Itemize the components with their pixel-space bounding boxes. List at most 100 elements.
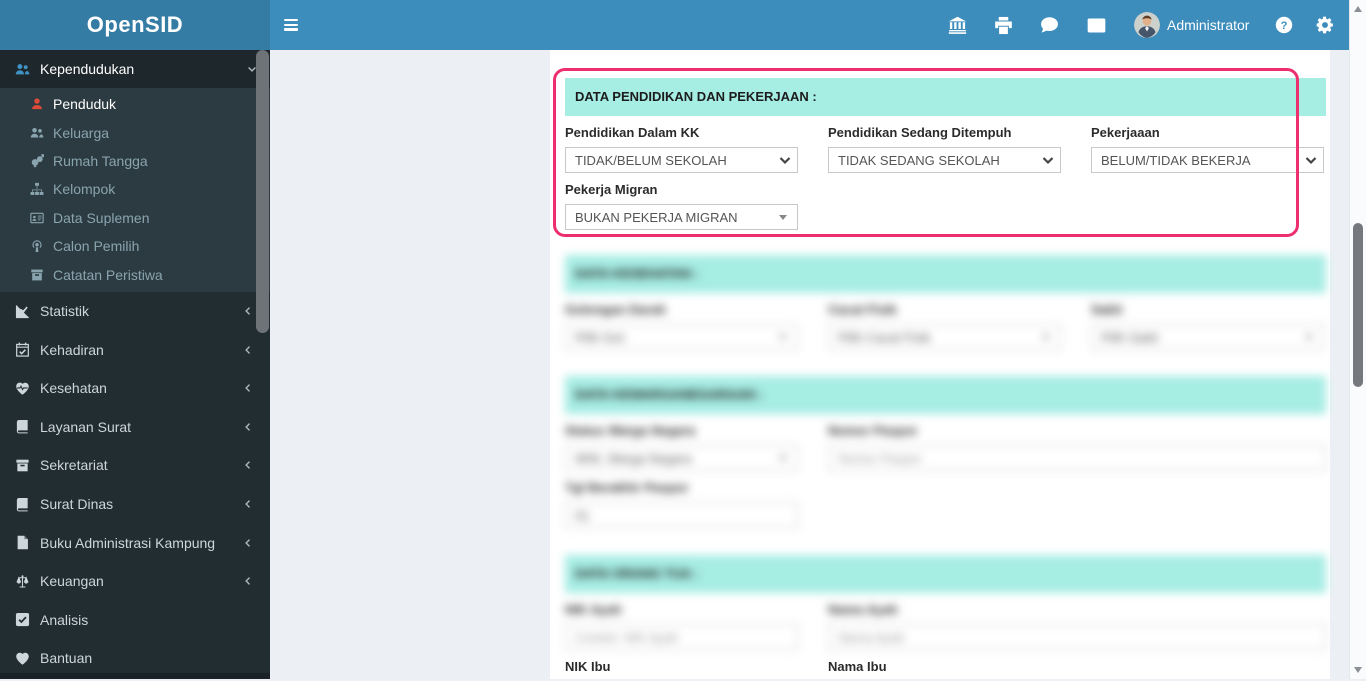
sakit-select[interactable]: Pilih Sakit	[1091, 324, 1324, 350]
field-label: NIK Ayah	[565, 602, 622, 617]
field-label: NIK Ibu	[565, 659, 611, 674]
sidebar-item-buku-administrasi-kampung[interactable]: Buku Administrasi Kampung	[0, 523, 270, 562]
sidebar-item-data-suplemen[interactable]: Data Suplemen	[0, 204, 270, 232]
sidebar-item-surat-dinas[interactable]: Surat Dinas	[0, 485, 270, 524]
chevron-left-icon	[242, 344, 254, 356]
top-navbar: OpenSID Administrator ?	[0, 0, 1349, 50]
field-golongan-darah: Golongan Darah Pilih Gol.	[565, 293, 798, 350]
sidebar-item-kelompok[interactable]: Kelompok	[0, 175, 270, 203]
field-pendidikan-sedang: Pendidikan Sedang Ditempuh TIDAK SEDANG …	[828, 116, 1061, 173]
heartbeat-icon	[15, 381, 30, 396]
section-data-pendidikan: DATA PENDIDIKAN DAN PEKERJAAN : Pendidik…	[565, 78, 1326, 230]
nik-ayah-input[interactable]	[565, 624, 798, 650]
select-value: WNI, Warga Negara	[575, 450, 692, 466]
section-header: DATA PENDIDIKAN DAN PEKERJAAN :	[565, 78, 1326, 116]
pendidikan-sedang-select[interactable]: TIDAK SEDANG SEKOLAH	[828, 147, 1061, 173]
sidebar-item-analisis[interactable]: Analisis	[0, 600, 270, 639]
chevron-down-icon	[1303, 152, 1319, 168]
field-label: Nama Ibu	[828, 659, 887, 674]
book-icon	[15, 497, 30, 512]
field-sakit: Sakit Pilih Sakit	[1091, 293, 1324, 350]
page-scrollbar[interactable]	[1349, 0, 1366, 679]
venus-mars-icon	[30, 154, 44, 168]
app-logo[interactable]: OpenSID	[0, 0, 270, 50]
triangle-down-icon	[779, 214, 787, 220]
sidebar-scrollbar-thumb[interactable]	[256, 50, 269, 333]
sidebar-item-kesehatan[interactable]: Kesehatan	[0, 369, 270, 408]
sidebar-item-layanan-surat[interactable]: Layanan Surat	[0, 408, 270, 447]
chat-icon[interactable]	[1040, 16, 1059, 35]
sidebar-item-label: Data Suplemen	[53, 209, 150, 226]
scroll-up-arrow-icon[interactable]	[1354, 6, 1362, 12]
section-header: DATA KEWARGANEGARAAN :	[565, 376, 1326, 414]
nama-ayah-input[interactable]	[828, 624, 1326, 650]
scroll-down-arrow-icon[interactable]	[1354, 667, 1362, 673]
field-label: Cacat Fisik	[828, 302, 897, 317]
chevron-down-icon	[777, 152, 793, 168]
book-icon	[15, 419, 30, 434]
field-label: Tgl Berakhir Paspor	[565, 480, 689, 495]
user-name[interactable]: Administrator	[1167, 0, 1249, 50]
tgl-paspor-input[interactable]	[565, 502, 798, 528]
pekerja-migran-select[interactable]: BUKAN PEKERJA MIGRAN	[565, 204, 798, 230]
chevron-left-icon	[242, 498, 254, 510]
sidebar-item-kehadiran[interactable]: Kehadiran	[0, 330, 270, 369]
printer-icon[interactable]	[994, 16, 1013, 35]
triangle-down-icon	[1305, 334, 1313, 340]
field-cacat: Cacat Fisik Pilih Cacat Fisik	[828, 293, 1061, 350]
chevron-left-icon	[242, 305, 254, 317]
archive-icon	[15, 458, 30, 473]
chevron-left-icon	[242, 421, 254, 433]
cacat-select[interactable]: Pilih Cacat Fisik	[828, 324, 1061, 350]
question-circle-icon[interactable]: ?	[1275, 16, 1293, 34]
field-nama-ibu: Nama Ibu	[828, 650, 1326, 681]
select-value: Pilih Sakit	[1101, 329, 1159, 345]
nomor-paspor-input[interactable]	[828, 445, 1326, 471]
sidebar-item-keluarga[interactable]: Keluarga	[0, 118, 270, 146]
select-value: TIDAK/BELUM SEKOLAH	[575, 152, 727, 168]
mail-icon[interactable]	[1087, 16, 1106, 35]
sidebar-item-statistik[interactable]: Statistik	[0, 292, 270, 331]
select-value: BUKAN PEKERJA MIGRAN	[575, 209, 738, 225]
field-label: Pekerja Migran	[565, 182, 658, 197]
select-value: Pilih Gol.	[575, 329, 628, 345]
sidebar-item-label: Keuangan	[40, 573, 104, 590]
page-scrollbar-thumb[interactable]	[1353, 223, 1363, 387]
calendar-check-icon	[15, 342, 30, 357]
golongan-darah-select[interactable]: Pilih Gol.	[565, 324, 798, 350]
sidebar-item-bantuan[interactable]: Bantuan	[0, 639, 270, 678]
chevron-left-icon	[242, 537, 254, 549]
field-label: Sakit	[1091, 302, 1123, 317]
sidebar-item-penduduk[interactable]: Penduduk	[0, 90, 270, 118]
bank-icon[interactable]	[948, 16, 967, 35]
select-value: Pilih Cacat Fisik	[838, 329, 931, 345]
podcast-icon	[30, 239, 44, 253]
sidebar-item-label: Kehadiran	[40, 341, 104, 358]
sidebar-item-kependudukan[interactable]: Kependudukan	[0, 50, 270, 88]
sidebar-item-keuangan[interactable]: Keuangan	[0, 562, 270, 601]
chevron-down-icon	[1040, 152, 1056, 168]
field-label: Pendidikan Sedang Ditempuh	[828, 125, 1012, 140]
field-label: Status Warga Negara	[565, 423, 696, 438]
sidebar-item-label: Kelompok	[53, 181, 116, 198]
field-warga-negara: Status Warga Negara WNI, Warga Negara	[565, 414, 798, 471]
pekerjaan-select[interactable]: BELUM/TIDAK BEKERJA	[1091, 147, 1324, 173]
pendidikan-dalam-kk-select[interactable]: TIDAK/BELUM SEKOLAH	[565, 147, 798, 173]
sidebar-item-rumah-tangga[interactable]: Rumah Tangga	[0, 147, 270, 175]
sidebar-item-catatan-peristiwa[interactable]: Catatan Peristiwa	[0, 260, 270, 288]
sidebar-submenu: Penduduk Keluarga Rumah Tangga Kelompok …	[0, 88, 270, 292]
avatar[interactable]	[1134, 12, 1160, 38]
gear-icon[interactable]	[1316, 16, 1334, 34]
sidebar-item-label: Rumah Tangga	[53, 152, 148, 169]
field-nik-ibu: NIK Ibu	[565, 650, 798, 681]
section-data-kesehatan-blurred: DATA KESEHATAN : Golongan Darah Pilih Go…	[565, 255, 1326, 350]
section-header: DATA ORANG TUA :	[565, 555, 1326, 593]
hamburger-icon[interactable]	[284, 19, 298, 31]
sidebar-item-sekretariat[interactable]: Sekretariat	[0, 446, 270, 485]
sidebar-item-label: Calon Pemilih	[53, 238, 140, 255]
sidebar-item-calon-pemilih[interactable]: Calon Pemilih	[0, 232, 270, 260]
section-header: DATA KESEHATAN :	[565, 255, 1326, 293]
id-card-icon	[30, 211, 44, 225]
chevron-left-icon	[242, 575, 254, 587]
warga-negara-select[interactable]: WNI, Warga Negara	[565, 445, 798, 471]
